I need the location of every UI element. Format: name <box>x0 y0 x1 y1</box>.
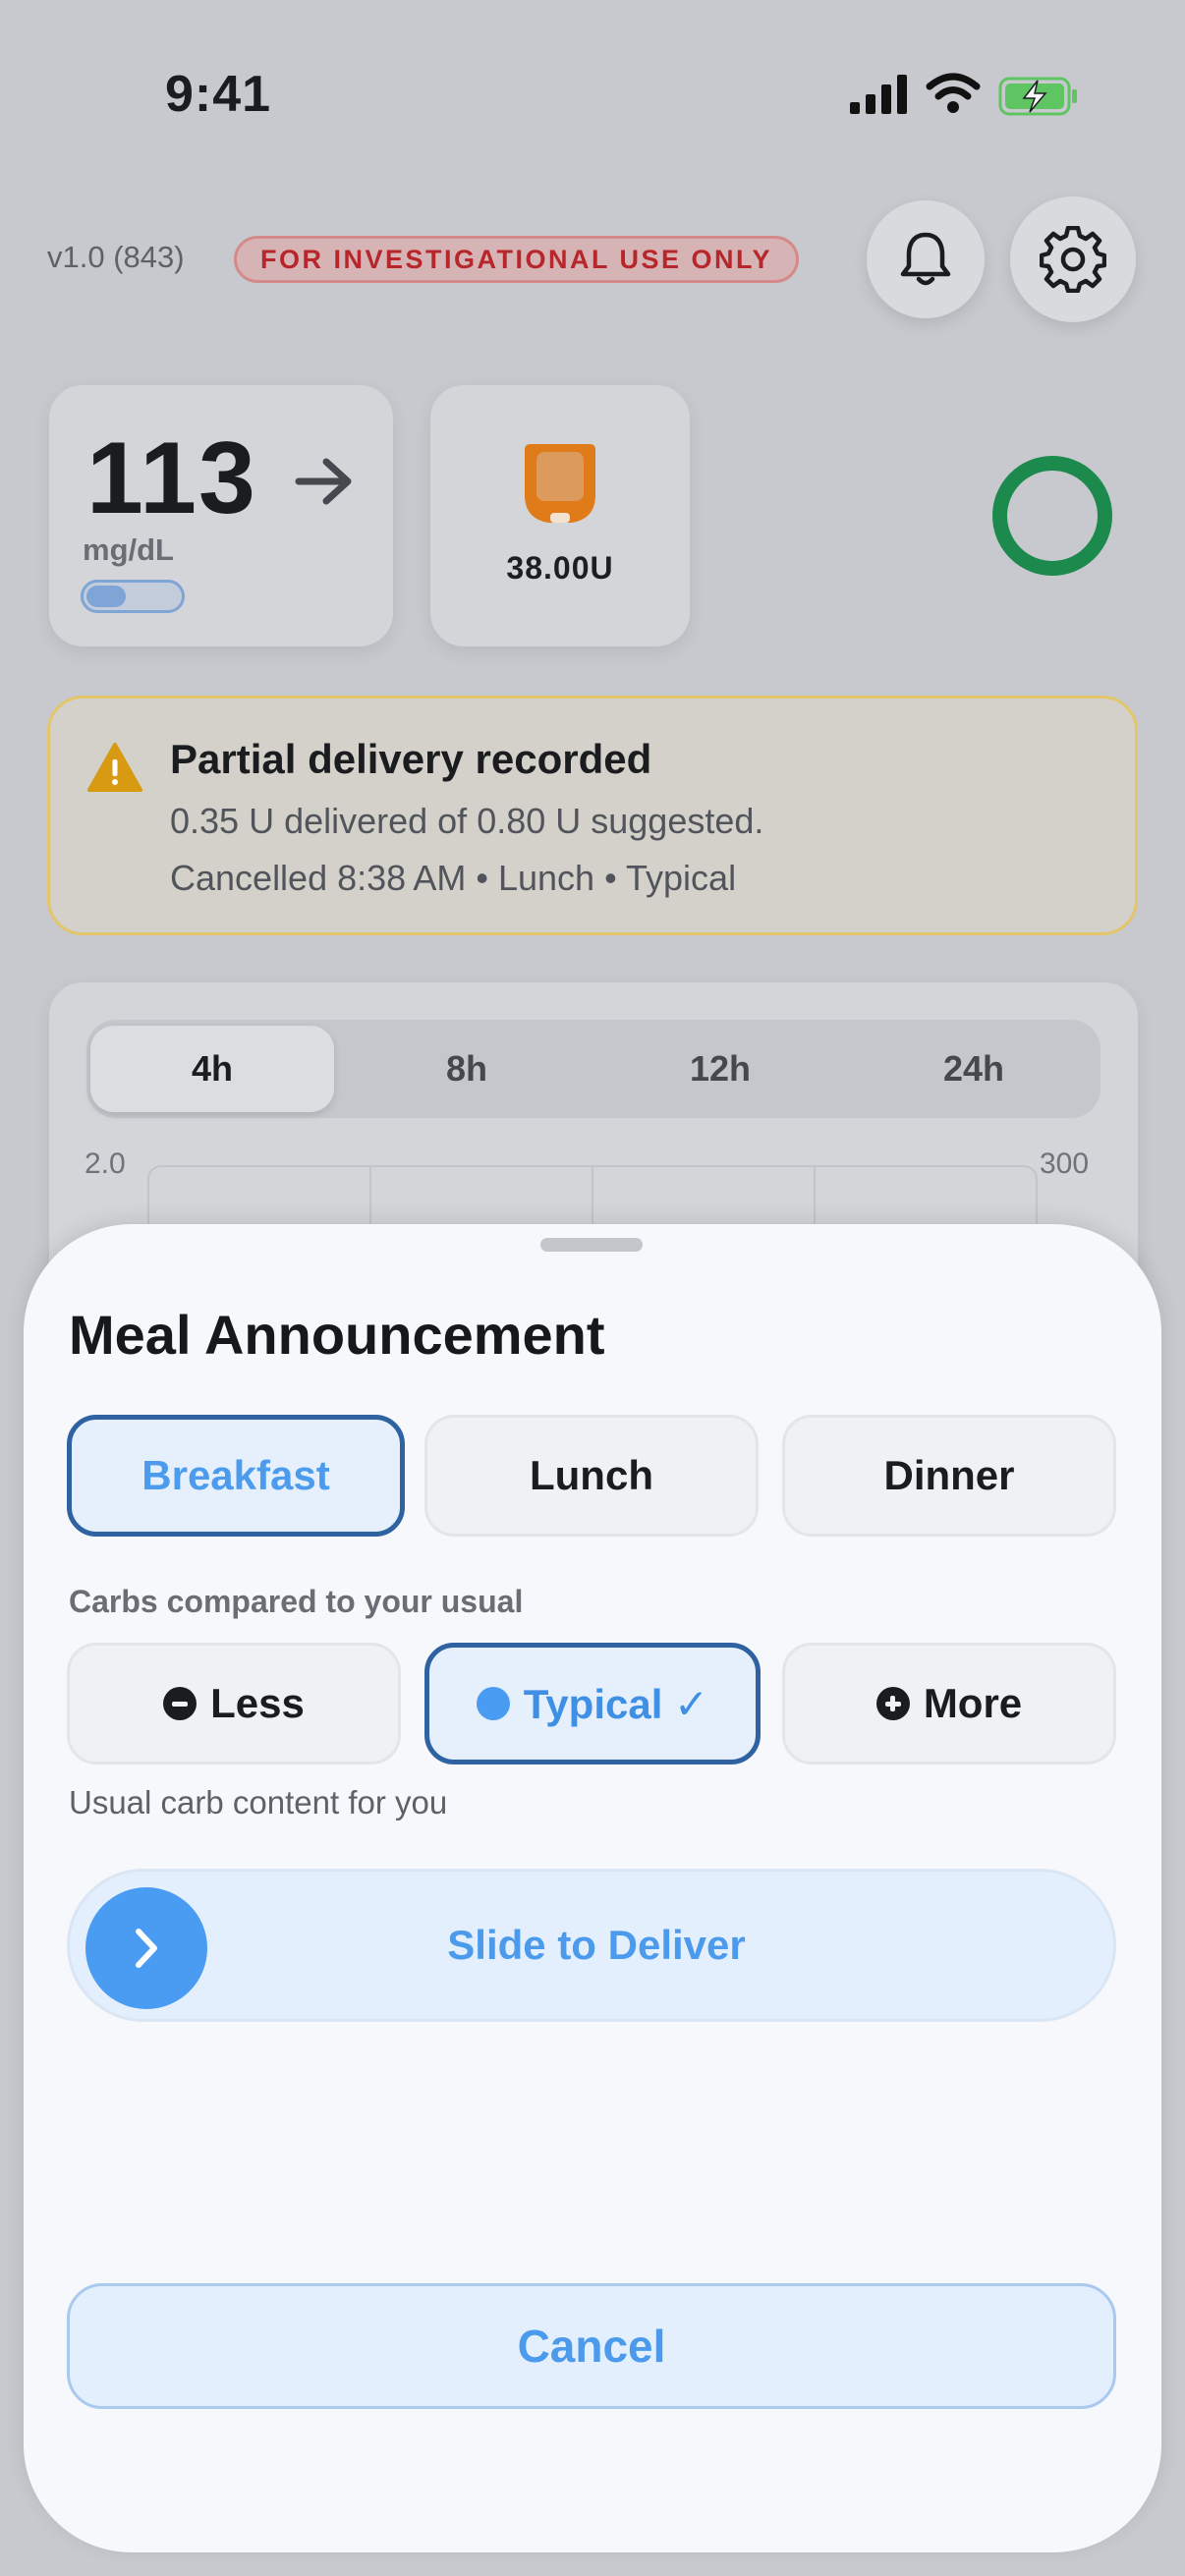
gear-icon <box>1040 226 1106 293</box>
sensor-progress <box>81 580 185 613</box>
range-8h[interactable]: 8h <box>340 1020 593 1118</box>
slide-to-deliver-label: Slide to Deliver <box>447 1922 746 1968</box>
partial-delivery-alert[interactable]: Partial delivery recorded 0.35 U deliver… <box>47 696 1138 935</box>
carb-typical-label: Typical ✓ <box>523 1680 709 1727</box>
plus-circle-icon <box>875 1687 910 1720</box>
notifications-button[interactable] <box>867 200 985 318</box>
carb-hint: Usual carb content for you <box>69 1784 448 1820</box>
app-version: v1.0 (843) <box>47 240 185 274</box>
loop-status-indicator[interactable] <box>992 456 1112 576</box>
glucose-card[interactable]: 113 mg/dL <box>49 385 393 646</box>
meal-announcement-sheet: Meal Announcement Breakfast Lunch Dinner… <box>24 1224 1161 2552</box>
alert-title: Partial delivery recorded <box>170 736 652 782</box>
carb-more-label: More <box>923 1680 1023 1726</box>
pod-card[interactable]: 38.00U <box>430 385 690 646</box>
range-4h[interactable]: 4h <box>90 1026 334 1112</box>
cancel-button[interactable]: Cancel <box>67 2283 1116 2409</box>
alert-meta: Cancelled 8:38 AM • Lunch • Typical <box>170 858 737 898</box>
carb-less-button[interactable]: Less <box>67 1643 401 1764</box>
meal-breakfast-button[interactable]: Breakfast <box>67 1415 405 1537</box>
typical-dot-icon <box>476 1687 510 1720</box>
range-selector: 4h 8h 12h 24h <box>86 1020 1100 1118</box>
settings-button[interactable] <box>1010 196 1136 322</box>
pod-reservoir: 38.00U <box>506 550 614 586</box>
carb-section-label: Carbs compared to your usual <box>69 1584 524 1619</box>
battery-charging-icon <box>998 77 1077 116</box>
range-24h[interactable]: 24h <box>847 1020 1100 1118</box>
axis-right-label: 300 <box>1040 1148 1090 1180</box>
minus-circle-icon <box>163 1687 198 1720</box>
carb-less-label: Less <box>210 1680 305 1726</box>
meal-dinner-button[interactable]: Dinner <box>782 1415 1116 1537</box>
axis-left-label: 2.0 <box>85 1148 126 1180</box>
glucose-unit: mg/dL <box>83 532 174 567</box>
bell-icon <box>900 232 951 286</box>
glucose-value: 113 <box>86 421 257 535</box>
cellular-signal-icon <box>850 75 907 114</box>
chevron-right-icon <box>136 1929 157 1968</box>
carb-typical-button[interactable]: Typical ✓ <box>424 1643 761 1764</box>
slider-knob[interactable] <box>85 1887 207 2009</box>
sheet-title: Meal Announcement <box>69 1304 605 1366</box>
wifi-icon <box>926 73 981 113</box>
sheet-drag-handle[interactable] <box>540 1238 643 1252</box>
alert-detail: 0.35 U delivered of 0.80 U suggested. <box>170 801 764 841</box>
pod-icon <box>525 444 595 523</box>
carb-more-button[interactable]: More <box>782 1643 1116 1764</box>
status-time: 9:41 <box>165 66 272 123</box>
warning-icon <box>87 743 142 792</box>
meal-lunch-button[interactable]: Lunch <box>424 1415 759 1537</box>
arrow-right-icon <box>295 458 352 505</box>
investigational-badge: FOR INVESTIGATIONAL USE ONLY <box>234 236 800 283</box>
range-12h[interactable]: 12h <box>593 1020 847 1118</box>
slide-to-deliver-slider[interactable]: Slide to Deliver <box>67 1869 1116 2022</box>
